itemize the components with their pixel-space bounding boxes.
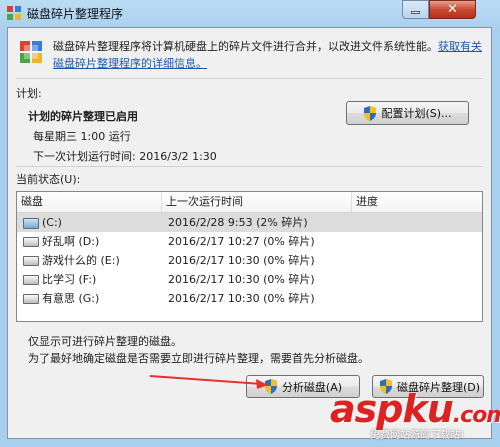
next-run-time: 下一次计划运行时间: 2016/3/2 1:30 xyxy=(33,150,217,163)
disk-row[interactable]: 比学习 (F:) 2016/2/17 10:30 (0% 碎片) xyxy=(17,270,482,289)
defrag-window: 磁盘碎片整理程序 ✕ 磁盘碎片整理程序将计算机硬盘上的碎片文件进行合并，以改进文… xyxy=(0,0,500,447)
minimize-icon xyxy=(411,11,420,14)
window-client-area: 磁盘碎片整理程序将计算机硬盘上的碎片文件进行合并，以改进文件系统性能。获取有关磁… xyxy=(7,27,492,439)
disk-row[interactable]: (C:) 2016/2/28 9:53 (2% 碎片) xyxy=(17,213,482,232)
title-bar[interactable]: 磁盘碎片整理程序 ✕ xyxy=(0,0,500,26)
column-header-disk[interactable]: 磁盘 xyxy=(17,192,162,212)
disk-list[interactable]: 磁盘 上一次运行时间 进度 (C:) 2016/2/28 9:53 (2% 碎片… xyxy=(16,191,483,322)
configure-schedule-button[interactable]: 配置计划(S)... xyxy=(346,101,469,125)
system-drive-icon xyxy=(23,217,39,229)
defrag-header-icon xyxy=(20,41,42,63)
watermark-logo: aspku.com xyxy=(330,387,500,431)
disk-row[interactable]: 好乱啊 (D:) 2016/2/17 10:27 (0% 碎片) xyxy=(17,232,482,251)
disk-name: (C:) xyxy=(42,216,62,229)
uac-shield-icon xyxy=(264,379,277,394)
drive-icon xyxy=(23,275,39,285)
disk-name: 有意思 (G:) xyxy=(42,292,100,305)
minimize-button[interactable] xyxy=(402,0,429,19)
disk-name: 好乱啊 (D:) xyxy=(42,235,100,248)
disk-name: 游戏什么的 (E:) xyxy=(42,254,120,267)
column-header-progress[interactable]: 进度 xyxy=(352,192,482,212)
intro-description: 磁盘碎片整理程序将计算机硬盘上的碎片文件进行合并，以改进文件系统性能。 xyxy=(53,40,438,53)
disk-last-run: 2016/2/17 10:30 (0% 碎片) xyxy=(168,273,315,286)
disk-last-run: 2016/2/28 9:53 (2% 碎片) xyxy=(168,216,308,229)
disk-row[interactable]: 游戏什么的 (E:) 2016/2/17 10:30 (0% 碎片) xyxy=(17,251,482,270)
window-title: 磁盘碎片整理程序 xyxy=(27,7,124,21)
column-header-last-run[interactable]: 上一次运行时间 xyxy=(162,192,352,212)
defrag-app-icon xyxy=(7,6,21,20)
disk-last-run: 2016/2/17 10:27 (0% 碎片) xyxy=(168,235,315,248)
drive-icon xyxy=(23,256,39,266)
note-line-2: 为了最好地确定磁盘是否需要立即进行碎片整理，需要首先分析磁盘。 xyxy=(28,352,369,365)
schedule-section-label: 计划: xyxy=(16,87,42,100)
disk-last-run: 2016/2/17 10:30 (0% 碎片) xyxy=(168,292,315,305)
schedule-frequency: 每星期三 1:00 运行 xyxy=(33,130,131,143)
uac-shield-icon xyxy=(364,105,377,121)
disk-name: 比学习 (F:) xyxy=(42,273,97,286)
disk-row[interactable]: 有意思 (G:) 2016/2/17 10:30 (0% 碎片) xyxy=(17,289,482,308)
disk-list-header: 磁盘 上一次运行时间 进度 xyxy=(17,192,482,213)
current-status-label: 当前状态(U): xyxy=(16,173,81,186)
divider xyxy=(16,78,483,79)
intro-text: 磁盘碎片整理程序将计算机硬盘上的碎片文件进行合并，以改进文件系统性能。获取有关磁… xyxy=(53,38,483,72)
note-line-1: 仅显示可进行碎片整理的磁盘。 xyxy=(28,335,182,348)
close-button[interactable]: ✕ xyxy=(429,0,476,19)
divider xyxy=(16,166,483,167)
disk-last-run: 2016/2/17 10:30 (0% 碎片) xyxy=(168,254,315,267)
drive-icon xyxy=(23,237,39,247)
drive-icon xyxy=(23,294,39,304)
schedule-status: 计划的碎片整理已启用 xyxy=(28,110,138,123)
watermark-tagline: 免费网站源码下载站! xyxy=(370,430,465,441)
configure-schedule-label: 配置计划(S)... xyxy=(381,107,452,120)
close-icon: ✕ xyxy=(447,2,458,17)
